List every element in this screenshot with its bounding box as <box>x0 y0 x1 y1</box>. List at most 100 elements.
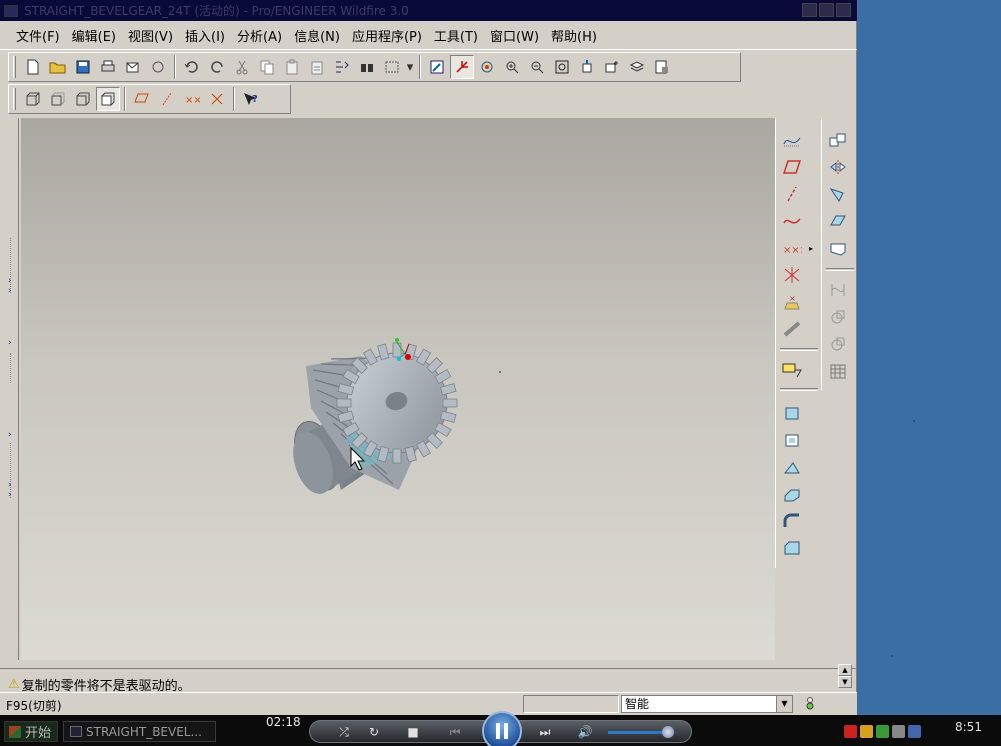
datum-planes-icon[interactable] <box>130 87 154 111</box>
paste-special-icon[interactable] <box>305 55 329 79</box>
blend-icon[interactable] <box>778 482 806 506</box>
send-link-icon[interactable] <box>146 55 170 79</box>
chevron-down-icon[interactable]: ▾ <box>405 55 415 79</box>
reorient-icon[interactable] <box>575 55 599 79</box>
tray-network-icon[interactable] <box>876 725 889 738</box>
volume-icon[interactable]: 🔊 <box>575 724 595 740</box>
datum-plane-icon[interactable] <box>778 155 806 179</box>
view-manager-icon[interactable] <box>650 55 674 79</box>
paste-icon[interactable] <box>280 55 304 79</box>
thicken-icon[interactable] <box>824 305 852 329</box>
chevron-right-icon[interactable]: › <box>8 276 12 286</box>
shading-icon[interactable] <box>96 87 120 111</box>
datum-curve-icon[interactable] <box>778 209 806 233</box>
context-help-icon[interactable]: ? <box>239 87 263 111</box>
zoom-in-icon[interactable] <box>500 55 524 79</box>
cut-icon[interactable] <box>230 55 254 79</box>
mirror-icon[interactable] <box>824 155 852 179</box>
chevron-right-icon[interactable]: › <box>8 490 12 500</box>
merge-icon[interactable] <box>824 209 852 233</box>
pause-button[interactable] <box>482 711 522 746</box>
datum-axes-icon[interactable] <box>155 87 179 111</box>
saved-views-icon[interactable] <box>600 55 624 79</box>
tray-display-icon[interactable] <box>908 725 921 738</box>
tray-app-icon[interactable] <box>844 725 857 738</box>
repeat-icon[interactable]: ↻ <box>365 724 383 740</box>
toolbar-grip[interactable] <box>13 88 16 110</box>
next-icon[interactable]: ⏭ <box>530 724 560 740</box>
sketch-datum-curve-icon[interactable] <box>778 128 806 152</box>
find-icon[interactable] <box>355 55 379 79</box>
message-scroll[interactable]: ▲ ▼ <box>838 664 852 688</box>
spin-center-icon[interactable] <box>450 55 474 79</box>
bevel-gear-model[interactable] <box>286 330 471 499</box>
undo-icon[interactable] <box>180 55 204 79</box>
print-icon[interactable] <box>96 55 120 79</box>
menu-window[interactable]: 窗口(W) <box>484 26 545 45</box>
chevron-right-icon[interactable]: › <box>8 286 12 296</box>
note-icon[interactable] <box>778 358 806 382</box>
previous-icon[interactable]: ⏮ <box>440 724 470 740</box>
chamfer-icon[interactable] <box>778 536 806 560</box>
select-box-icon[interactable] <box>380 55 404 79</box>
taskbar-item-proe[interactable]: STRAIGHT_BEVEL... <box>63 721 216 742</box>
send-email-icon[interactable] <box>121 55 145 79</box>
analysis-feature-icon[interactable]: × <box>778 290 806 314</box>
toolbar-grip[interactable] <box>13 56 16 78</box>
sweep-icon[interactable] <box>778 455 806 479</box>
repaint-icon[interactable] <box>425 55 449 79</box>
menu-help[interactable]: 帮助(H) <box>545 26 603 45</box>
coord-systems-icon[interactable] <box>205 87 229 111</box>
layers-icon[interactable] <box>625 55 649 79</box>
save-icon[interactable] <box>71 55 95 79</box>
datum-axis-icon[interactable] <box>778 182 806 206</box>
trim-icon[interactable] <box>824 182 852 206</box>
hidden-line-icon[interactable] <box>46 87 70 111</box>
round-icon[interactable] <box>778 509 806 533</box>
orient-mode-icon[interactable] <box>475 55 499 79</box>
shuffle-icon[interactable]: ⤮ <box>335 724 353 740</box>
menu-tools[interactable]: 工具(T) <box>428 26 484 45</box>
copy-icon[interactable] <box>255 55 279 79</box>
start-button[interactable]: 开始 <box>4 721 58 742</box>
copy-feature-icon[interactable] <box>824 128 852 152</box>
chevron-right-icon[interactable]: › <box>8 338 12 348</box>
selection-filter[interactable]: 智能 ▼ <box>621 695 793 713</box>
menu-analysis[interactable]: 分析(A) <box>231 26 288 45</box>
wireframe-icon[interactable] <box>21 87 45 111</box>
zoom-out-icon[interactable] <box>525 55 549 79</box>
menu-insert[interactable]: 插入(I) <box>179 26 231 45</box>
maximize-button[interactable] <box>819 3 834 17</box>
menu-edit[interactable]: 编辑(E) <box>66 26 122 45</box>
regenerate-icon[interactable] <box>330 55 354 79</box>
menu-applications[interactable]: 应用程序(P) <box>346 26 428 45</box>
new-file-icon[interactable] <box>21 55 45 79</box>
revolve-icon[interactable] <box>778 428 806 452</box>
redo-icon[interactable] <box>205 55 229 79</box>
title-bar[interactable]: STRAIGHT_BEVELGEAR_24T (活动的) - Pro/ENGIN… <box>0 0 857 21</box>
menu-info[interactable]: 信息(N) <box>288 26 346 45</box>
menu-view[interactable]: 视图(V) <box>122 26 179 45</box>
graphics-viewport[interactable] <box>21 118 775 660</box>
offset-icon[interactable] <box>824 278 852 302</box>
extend-icon[interactable] <box>824 236 852 260</box>
tray-misc-icon[interactable] <box>892 725 905 738</box>
menu-file[interactable]: 文件(F) <box>10 26 66 45</box>
open-folder-icon[interactable] <box>46 55 70 79</box>
tray-shield-icon[interactable] <box>860 725 873 738</box>
chevron-right-icon[interactable]: › <box>8 430 12 440</box>
scroll-down-button[interactable]: ▼ <box>838 676 852 688</box>
no-hidden-icon[interactable] <box>71 87 95 111</box>
chevron-right-icon[interactable]: ▸ <box>806 236 816 260</box>
minimize-button[interactable] <box>802 3 817 17</box>
datum-point-icon[interactable]: ××× <box>778 236 806 260</box>
close-button[interactable] <box>836 3 851 17</box>
scroll-up-button[interactable]: ▲ <box>838 664 852 676</box>
chevron-down-icon[interactable]: ▼ <box>776 696 792 712</box>
datum-points-icon[interactable]: ×× <box>180 87 204 111</box>
coordinate-system-icon[interactable] <box>778 263 806 287</box>
chevron-right-icon[interactable]: › <box>8 480 12 490</box>
volume-slider-thumb[interactable] <box>661 726 674 738</box>
datum-graph-icon[interactable] <box>778 317 806 341</box>
refit-icon[interactable] <box>550 55 574 79</box>
